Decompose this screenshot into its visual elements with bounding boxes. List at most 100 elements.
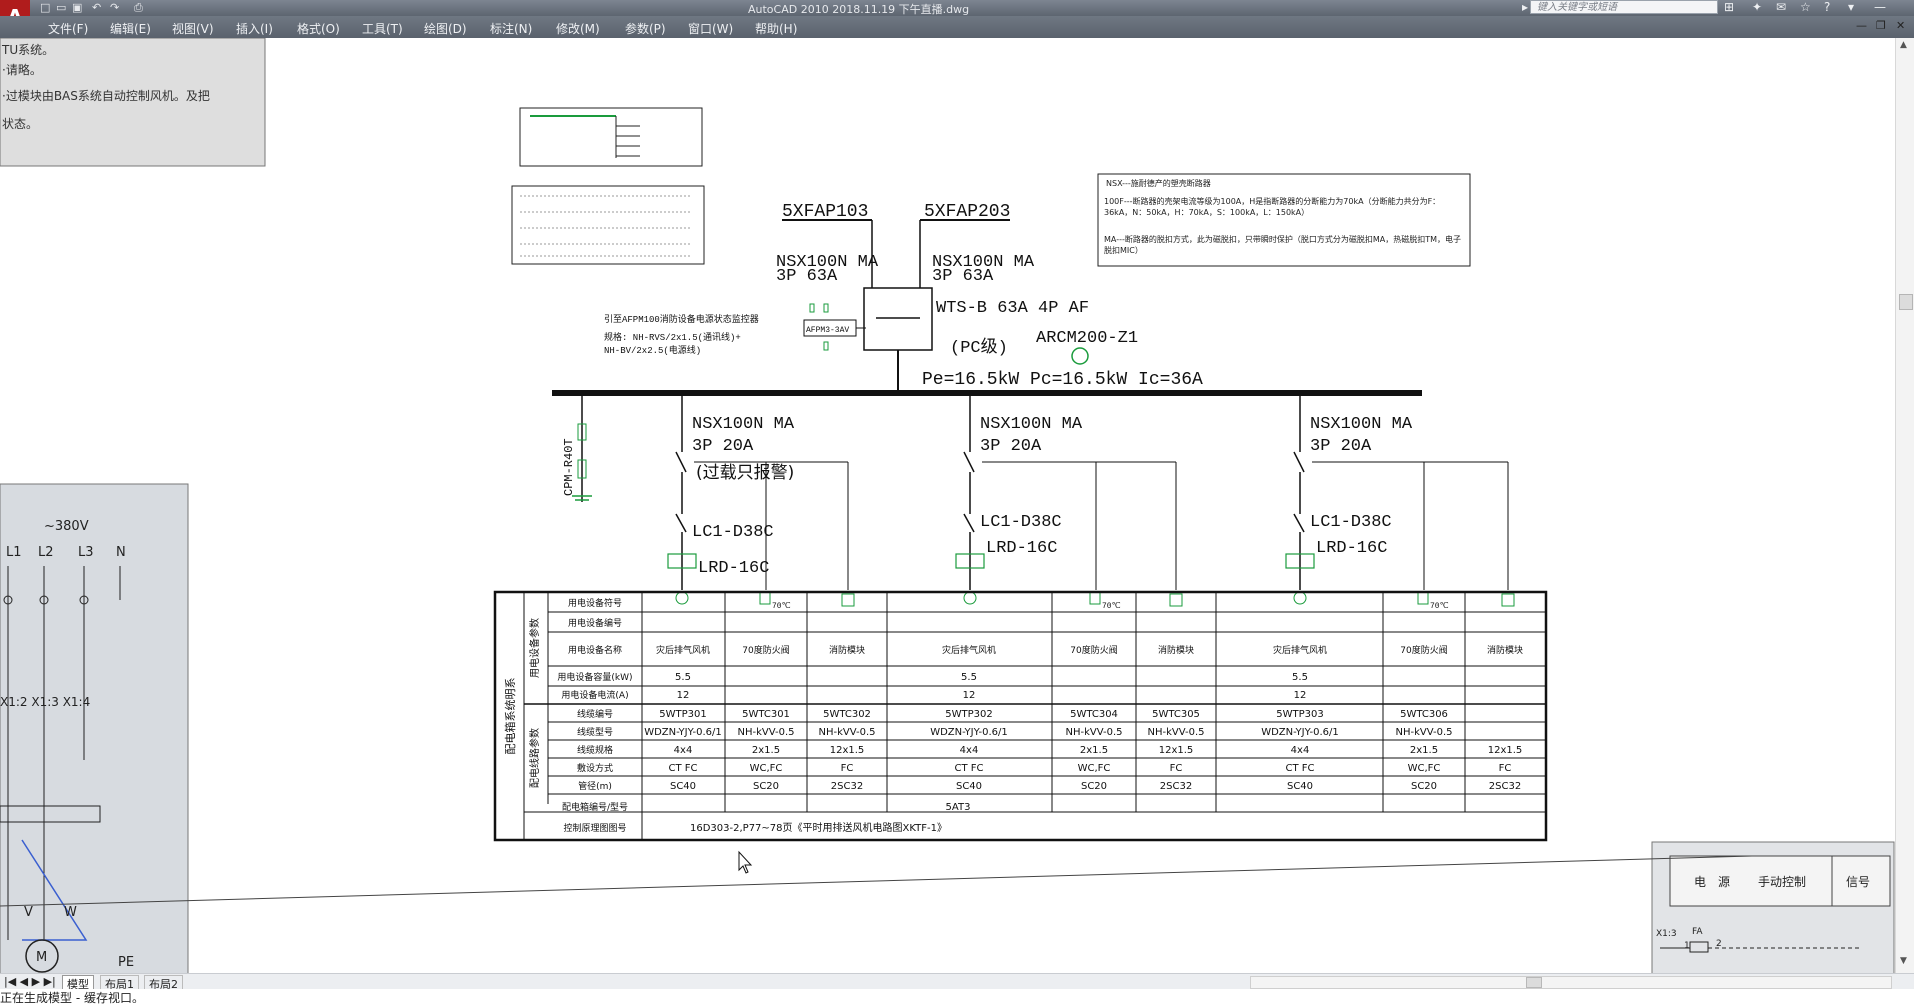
help-dropdown-icon[interactable]: ▾: [1848, 0, 1854, 14]
menu-view[interactable]: 视图(V): [172, 20, 214, 37]
doc-close-icon[interactable]: ✕: [1896, 19, 1905, 32]
cell-laying-method: CT FC: [1285, 763, 1314, 774]
communication-icon[interactable]: ✉: [1776, 0, 1786, 14]
drawing-canvas[interactable]: TU系统。 ·请略。 ·过模块由BAS系统自动控制风机。及把 状态。 ~380V…: [0, 38, 1914, 973]
cell-capacity-kw: 5.5: [1292, 672, 1308, 683]
cell-pipe-diameter: 2SC32: [831, 781, 863, 792]
overlay-motor: M: [36, 950, 47, 965]
window-title: AutoCAD 2010 2018.11.19 下午直播.dwg: [748, 3, 970, 16]
overlay-phase-l2: L2: [38, 545, 54, 560]
menu-help[interactable]: 帮助(H): [755, 20, 797, 37]
horizontal-scroll-thumb[interactable]: [1526, 977, 1542, 988]
fire-damper-symbol: [1089, 591, 1101, 605]
cell-cable-type: WDZN-YJY-0.6/1: [930, 727, 1008, 738]
branch-contactor-label: LC1-D38C: [980, 513, 1062, 532]
overlay-header-manual: 手动控制: [1758, 875, 1806, 889]
vertical-scroll-thumb[interactable]: [1899, 294, 1913, 310]
overlay-phase-l1: L1: [6, 545, 22, 560]
menu-dimension[interactable]: 标注(N): [490, 20, 532, 37]
command-line[interactable]: 正在生成模型 - 缓存视口。: [0, 989, 1914, 1005]
subscription-icon[interactable]: ✦: [1752, 0, 1762, 14]
cell-pipe-diameter: SC40: [670, 781, 696, 792]
cell-equipment-name: 70度防火阀: [742, 644, 789, 656]
overlay-line-2: ·请略。: [2, 62, 42, 77]
table-row-label: 配电箱编号/型号: [562, 801, 628, 813]
open-file-icon[interactable]: ▭: [56, 1, 66, 14]
minimize-icon[interactable]: —: [1874, 0, 1886, 14]
menu-draw[interactable]: 绘图(D): [424, 20, 467, 37]
legend-box-2: [511, 185, 705, 265]
cell-equipment-name: 灾后排气风机: [656, 644, 710, 656]
branch-contactor-switch: [963, 513, 975, 533]
cell-cable-spec: 4x4: [1291, 745, 1310, 756]
overlay-phase-n: N: [116, 545, 126, 560]
favorites-icon[interactable]: ☆: [1800, 0, 1811, 14]
undo-icon[interactable]: ↶: [92, 1, 101, 14]
vertical-scrollbar[interactable]: ▲ ▼: [1895, 38, 1914, 973]
cell-cable-spec: 12x1.5: [1159, 745, 1194, 756]
branch-contactor-switch: [675, 513, 687, 533]
damper-temp-label: 70℃: [1430, 602, 1449, 611]
ats-label: WTS-B 63A 4P AF: [936, 299, 1089, 318]
doc-restore-icon[interactable]: ❐: [1876, 19, 1886, 32]
menu-insert[interactable]: 插入(I): [236, 20, 273, 37]
mouse-cursor-icon: [738, 850, 753, 874]
overlay-label-fa: FA: [1692, 927, 1703, 937]
command-line-text: 正在生成模型 - 缓存视口。: [0, 991, 144, 1005]
binoculars-icon[interactable]: ⊞: [1724, 0, 1734, 14]
cell-pipe-diameter: SC20: [1081, 781, 1107, 792]
table-group-line: 配电线路参数: [528, 728, 541, 788]
cell-laying-method: WC,FC: [1078, 763, 1111, 774]
fire-module-symbol: [1501, 593, 1515, 607]
doc-minimize-icon[interactable]: —: [1856, 19, 1867, 32]
fire-damper-symbol: [1417, 591, 1429, 605]
plot-icon[interactable]: ⎙: [134, 1, 143, 15]
horizontal-scrollbar[interactable]: [1250, 976, 1892, 989]
menu-modify[interactable]: 修改(M): [556, 20, 600, 37]
new-file-icon[interactable]: □: [40, 1, 50, 14]
menu-bar: 文件(F) 编辑(E) 视图(V) 插入(I) 格式(O) 工具(T) 绘图(D…: [0, 16, 1914, 38]
branch-contactor-label: LC1-D38C: [1310, 513, 1392, 532]
surge-protector: CPM-R40T: [562, 396, 592, 502]
cell-cable-type: WDZN-YJY-0.6/1: [1261, 727, 1339, 738]
help-icon[interactable]: ?: [1824, 0, 1830, 14]
branch-contactor-label: LC1-D38C: [692, 523, 774, 542]
menu-tools[interactable]: 工具(T): [362, 20, 403, 37]
drawing-svg: TU系统。 ·请略。 ·过模块由BAS系统自动控制风机。及把 状态。 ~380V…: [0, 38, 1895, 973]
branch-breaker-switch: [675, 451, 687, 473]
cell-cable-spec: 2x1.5: [1410, 745, 1438, 756]
menu-window[interactable]: 窗口(W): [688, 20, 733, 37]
distribution-table-grid: [493, 590, 1548, 842]
pc-level-label: (PC级): [950, 337, 1008, 358]
cell-laying-method: CT FC: [668, 763, 697, 774]
menu-parametric[interactable]: 参数(P): [625, 20, 666, 37]
overlay-header-power: 电 源: [1694, 875, 1730, 889]
cell-cable-spec: 4x4: [960, 745, 979, 756]
overlay-header-signal: 信号: [1846, 875, 1870, 889]
scroll-up-icon[interactable]: ▲: [1900, 40, 1907, 50]
menu-format[interactable]: 格式(O): [297, 20, 340, 37]
cell-cable-number: 5WTP303: [1276, 709, 1323, 720]
overlay-panel-topleft: TU系统。 ·请略。 ·过模块由BAS系统自动控制风机。及把 状态。: [0, 38, 266, 167]
tab-first-icon[interactable]: |◀ ◀ ▶ ▶|: [4, 975, 56, 988]
menu-edit[interactable]: 编辑(E): [110, 20, 151, 37]
motor-symbol: [675, 591, 689, 605]
cell-pipe-diameter: SC40: [956, 781, 982, 792]
motor-symbol: [963, 591, 977, 605]
cell-equipment-name: 消防模块: [829, 644, 865, 656]
search-input[interactable]: 键入关键字或短语: [1530, 0, 1718, 14]
motor-symbol: [1293, 591, 1307, 605]
cell-laying-method: WC,FC: [1408, 763, 1441, 774]
cell-equipment-name: 70度防火阀: [1070, 644, 1117, 656]
table-row-label: 用电设备符号: [568, 597, 622, 609]
menu-file[interactable]: 文件(F): [48, 20, 88, 37]
redo-icon[interactable]: ↷: [110, 1, 119, 14]
table-row-label: 用电设备电流(A): [561, 689, 628, 701]
search-arrow-icon[interactable]: ▸: [1522, 0, 1528, 14]
cell-cable-type: NH-kVV-0.5: [818, 727, 875, 738]
branch-breaker-model: NSX100N MA: [1310, 415, 1413, 434]
cell-capacity-kw: 5.5: [961, 672, 977, 683]
save-icon[interactable]: ▣: [72, 1, 82, 14]
fire-module-symbol: [841, 593, 855, 607]
scroll-down-icon[interactable]: ▼: [1900, 956, 1907, 966]
